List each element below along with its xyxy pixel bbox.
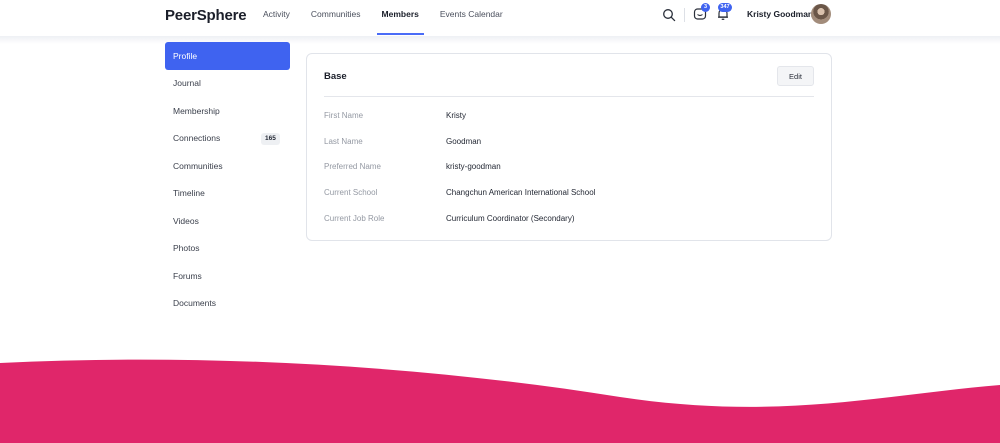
field-label: Current Job Role (324, 214, 385, 223)
profile-base-card: Base Edit First Name Kristy Last Name Go… (306, 53, 832, 241)
sidebar-item-timeline[interactable]: Timeline (165, 180, 290, 208)
profile-sidebar: Profile Journal Membership Connections 1… (165, 42, 290, 317)
top-header: PeerSphere Activity Communities Members … (0, 0, 1000, 36)
field-label: Last Name (324, 137, 363, 146)
sidebar-item-label: Communities (173, 160, 223, 171)
messages-badge: 3 (701, 3, 710, 12)
field-first-name: First Name Kristy (324, 111, 814, 123)
field-label: Current School (324, 188, 378, 197)
sidebar-item-connections[interactable]: Connections 165 (165, 125, 290, 153)
field-value: Curriculum Coordinator (Secondary) (446, 214, 575, 223)
field-value: Kristy (446, 111, 466, 120)
edit-button[interactable]: Edit (777, 66, 814, 86)
sidebar-item-label: Connections (173, 133, 221, 144)
sidebar-item-photos[interactable]: Photos (165, 235, 290, 263)
field-last-name: Last Name Goodman (324, 137, 814, 149)
header-shadow (0, 36, 1000, 44)
connections-count-badge: 165 (261, 132, 280, 145)
sidebar-item-label: Videos (173, 215, 199, 226)
field-label: Preferred Name (324, 162, 381, 171)
sidebar-item-videos[interactable]: Videos (165, 207, 290, 235)
sidebar-item-forums[interactable]: Forums (165, 262, 290, 290)
sidebar-item-label: Journal (173, 78, 201, 89)
nav-activity[interactable]: Activity (263, 0, 290, 36)
user-name[interactable]: Kristy Goodman (747, 9, 813, 19)
sidebar-item-label: Profile (173, 50, 198, 61)
site-logo[interactable]: PeerSphere (165, 7, 247, 24)
sidebar-item-communities[interactable]: Communities (165, 152, 290, 180)
field-preferred-name: Preferred Name kristy-goodman (324, 162, 814, 174)
field-value: Goodman (446, 137, 482, 146)
nav-events-calendar[interactable]: Events Calendar (440, 0, 503, 36)
sidebar-item-label: Documents (173, 298, 216, 309)
field-current-school: Current School Changchun American Intern… (324, 188, 814, 200)
sidebar-item-label: Forums (173, 270, 202, 281)
sidebar-item-label: Photos (173, 243, 200, 254)
field-current-job-role: Current Job Role Curriculum Coordinator … (324, 214, 814, 226)
avatar[interactable] (811, 4, 831, 24)
nav-communities[interactable]: Communities (311, 0, 361, 36)
footer-wave (0, 359, 1000, 443)
sidebar-item-profile[interactable]: Profile (165, 42, 290, 70)
field-value: kristy-goodman (446, 162, 501, 171)
field-value: Changchun American International School (446, 188, 596, 197)
main-nav: Activity Communities Members Events Cale… (263, 0, 524, 36)
sidebar-item-label: Timeline (173, 188, 205, 199)
sidebar-item-journal[interactable]: Journal (165, 70, 290, 98)
section-title: Base (324, 71, 347, 82)
nav-members[interactable]: Members (376, 0, 425, 36)
sidebar-item-documents[interactable]: Documents (165, 290, 290, 318)
sidebar-item-label: Membership (173, 105, 220, 116)
card-divider (324, 96, 814, 97)
sidebar-item-membership[interactable]: Membership (165, 97, 290, 125)
header-divider (684, 8, 685, 22)
search-icon[interactable] (662, 8, 676, 22)
field-label: First Name (324, 111, 364, 120)
notifications-badge: 347 (718, 3, 732, 12)
